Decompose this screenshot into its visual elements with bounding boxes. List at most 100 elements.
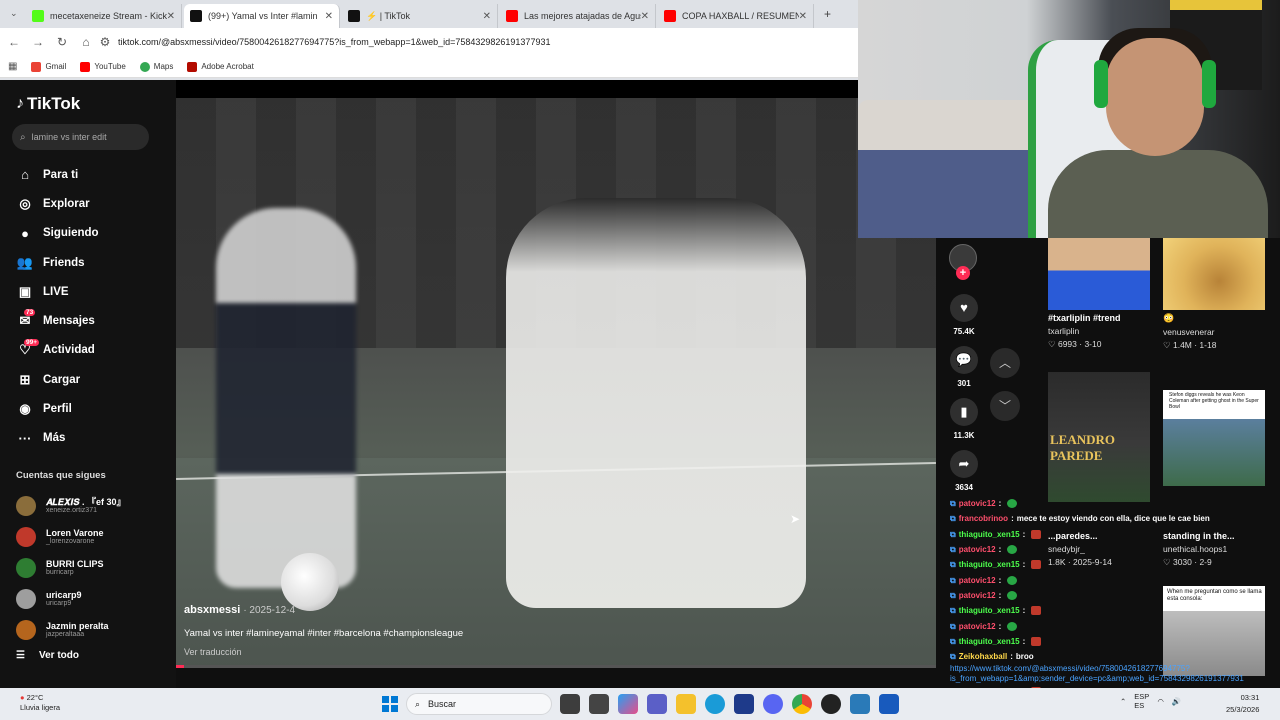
nav-item-actividad[interactable]: ♡ 99+ Actividad (0, 336, 176, 365)
comment-button[interactable]: 💬 301 (948, 346, 980, 388)
save-button[interactable]: ▮ 11.3K (948, 398, 980, 440)
video-player[interactable]: absxmessi · 2025-12-4 Yamal vs inter #la… (176, 98, 936, 668)
account-name: BURRI CLIPS (46, 558, 104, 569)
mouse-cursor-icon: ➤ (790, 512, 801, 526)
nav-item-live[interactable]: ▣ LIVE (0, 277, 176, 306)
video-author[interactable]: absxmessi (184, 604, 240, 616)
nav-item-friends[interactable]: 👥 Friends (0, 248, 176, 277)
chat-badges-icon: ⧉ (950, 514, 956, 524)
task-view-icon[interactable] (560, 694, 580, 714)
recommended-video[interactable]: 😳 venusvenerar ♡ 1.4M · 1-18 (1163, 238, 1265, 351)
notepad-icon[interactable] (850, 694, 870, 714)
nav-item-perfil[interactable]: ◉ Perfil (0, 394, 176, 423)
bookmark-youtube[interactable]: YouTube (80, 61, 126, 72)
video-thumbnail (1163, 238, 1265, 310)
close-tab-icon[interactable]: ✕ (641, 11, 649, 22)
browser-tab-tiktok[interactable]: ⚡ | TikTok ✕ (342, 4, 498, 28)
browser-tab-youtube-atajadas[interactable]: Las mejores atajadas de Agustí ✕ (500, 4, 656, 28)
close-tab-icon[interactable]: ✕ (483, 11, 491, 22)
share-icon: ➦ (950, 450, 978, 478)
browser-tab-kick[interactable]: mecetaxeneize Stream - Kick D ✕ (26, 4, 182, 28)
youtube-favicon-icon (664, 10, 676, 22)
reload-icon[interactable]: ↻ (50, 35, 74, 49)
nav-item-siguiendo[interactable]: ● Siguiendo (0, 219, 176, 248)
chat-text: mece te estoy viendo con ella, dice que … (1016, 514, 1210, 524)
follow-plus-icon[interactable]: + (956, 266, 970, 280)
nav-item-explorar[interactable]: ◎ Explorar (0, 189, 176, 218)
main-nav: ⌂ Para ti ◎ Explorar ● Siguiendo 👥 Friends ▣ LIVE… (0, 160, 176, 453)
see-all-button[interactable]: ☰ Ver todo (16, 650, 79, 661)
chat-emote-icon (1007, 575, 1018, 585)
bookmark-adobe[interactable]: Adobe Acrobat (187, 61, 254, 72)
volume-icon[interactable]: 🔊 (1172, 697, 1181, 706)
followed-account[interactable]: Jazmin peralta jazperaltaaa (0, 614, 176, 645)
close-tab-icon[interactable]: ✕ (325, 11, 333, 22)
tray-chevron-icon[interactable]: ⌃ (1120, 697, 1126, 706)
chat-url-message: https://www.tiktok.com/@absxmessi/video/… (950, 664, 1244, 684)
forward-icon[interactable]: → (26, 35, 50, 49)
webcam-person-face (1106, 38, 1204, 156)
recommended-video[interactable]: Stefon diggs reveals he was Keon Coleman… (1163, 390, 1265, 486)
recommended-video[interactable]: LEANDRO PAREDE (1048, 372, 1150, 502)
chat-username: thiaguito_xen15 (958, 529, 1020, 539)
search-input[interactable]: ⌕ lamine vs inter edit (12, 124, 149, 150)
site-info-icon[interactable]: ⚙ (98, 35, 112, 49)
teams-icon[interactable] (647, 694, 667, 714)
windows-start-icon[interactable] (382, 696, 398, 712)
taskbar-clock[interactable]: 03:31 25/3/2026 (1226, 692, 1259, 716)
new-tab-icon[interactable]: + (824, 7, 831, 21)
comment-count: 301 (957, 379, 971, 388)
recommended-video[interactable]: #txarliplin #trend txarliplin ♡ 6993 · 3… (1048, 238, 1150, 350)
file-explorer-icon[interactable] (676, 694, 696, 714)
chat-colon: : (998, 575, 1002, 585)
nav-item-label: LIVE (43, 285, 69, 298)
store-icon[interactable] (734, 694, 754, 714)
chat-username: patovic12 (958, 545, 996, 555)
video-caption: Yamal vs inter #lamineyamal #inter #barc… (184, 628, 464, 639)
apps-grid-icon[interactable]: ▦ (8, 61, 17, 72)
video-thumbnail: Stefon diggs reveals he was Keon Coleman… (1163, 390, 1265, 486)
followed-account[interactable]: Loren Varone _lorenzovarone (0, 521, 176, 552)
language-indicator[interactable]: ESP ES (1134, 692, 1149, 710)
chat-message: ⧉thiaguito_xen15: (950, 527, 1280, 542)
word-icon[interactable] (879, 694, 899, 714)
tiktok-logo[interactable]: ♪ TikTok (16, 94, 80, 114)
followed-account[interactable]: BURRI CLIPS burricarp (0, 552, 176, 583)
tab-search-icon[interactable]: ⌄ (10, 8, 18, 19)
followed-account[interactable]: uricarp9 uricarp9 (0, 583, 176, 614)
translate-link[interactable]: Ver traducción (184, 647, 463, 657)
browser-tab-youtube-haxball[interactable]: COPA HAXBALL / RESUMEN DE ✕ (658, 4, 814, 28)
bookmark-maps[interactable]: Maps (139, 61, 173, 72)
nav-item-label: Friends (43, 256, 85, 269)
discord-icon[interactable] (763, 694, 783, 714)
nav-item-para-ti[interactable]: ⌂ Para ti (0, 160, 176, 189)
bookmark-gmail[interactable]: Gmail (31, 61, 66, 72)
video-progress-bar[interactable] (176, 665, 936, 668)
wifi-icon[interactable]: ◠ (1157, 697, 1164, 706)
previous-video-button[interactable]: ︿ (990, 348, 1020, 378)
taskbar-search[interactable]: ⌕ Buscar (406, 693, 552, 715)
next-video-button[interactable]: ﹀ (990, 391, 1020, 421)
nav-item-más[interactable]: ··· Más (0, 424, 176, 453)
edge-icon[interactable] (705, 694, 725, 714)
close-tab-icon[interactable]: ✕ (167, 11, 175, 22)
chat-emote-icon (1007, 545, 1018, 555)
obs-icon[interactable] (821, 694, 841, 714)
home-icon[interactable]: ⌂ (74, 35, 98, 49)
weather-widget[interactable]: ● 22°C Lluvia ligera (20, 693, 60, 713)
url-field[interactable]: tiktok.com/@absxmessi/video/758004261827… (118, 37, 550, 47)
nav-item-mensajes[interactable]: ✉ 73 Mensajes (0, 306, 176, 335)
capcut-icon[interactable] (589, 694, 609, 714)
nav-item-cargar[interactable]: ⊞ Cargar (0, 365, 176, 394)
back-icon[interactable]: ← (2, 35, 26, 49)
nav-item-label: Perfil (43, 403, 72, 416)
share-button[interactable]: ➦ 3634 (948, 450, 980, 492)
chat-message: ⧉ francobrinoo: mece te estoy viendo con e… (950, 511, 1280, 526)
chrome-icon[interactable] (792, 694, 812, 714)
youtube-favicon-icon (506, 10, 518, 22)
like-button[interactable]: ♥ 75.4K (948, 294, 980, 336)
copilot-icon[interactable] (618, 694, 638, 714)
browser-tab-tiktok-video[interactable]: (99+) Yamal vs Inter #lamin ✕ (184, 4, 340, 28)
close-tab-icon[interactable]: ✕ (799, 11, 807, 22)
followed-account[interactable]: 𝑨𝑳𝑬𝑿𝑰𝑺 . 『ef 30』 xeneize.ortiz371 (0, 490, 176, 521)
